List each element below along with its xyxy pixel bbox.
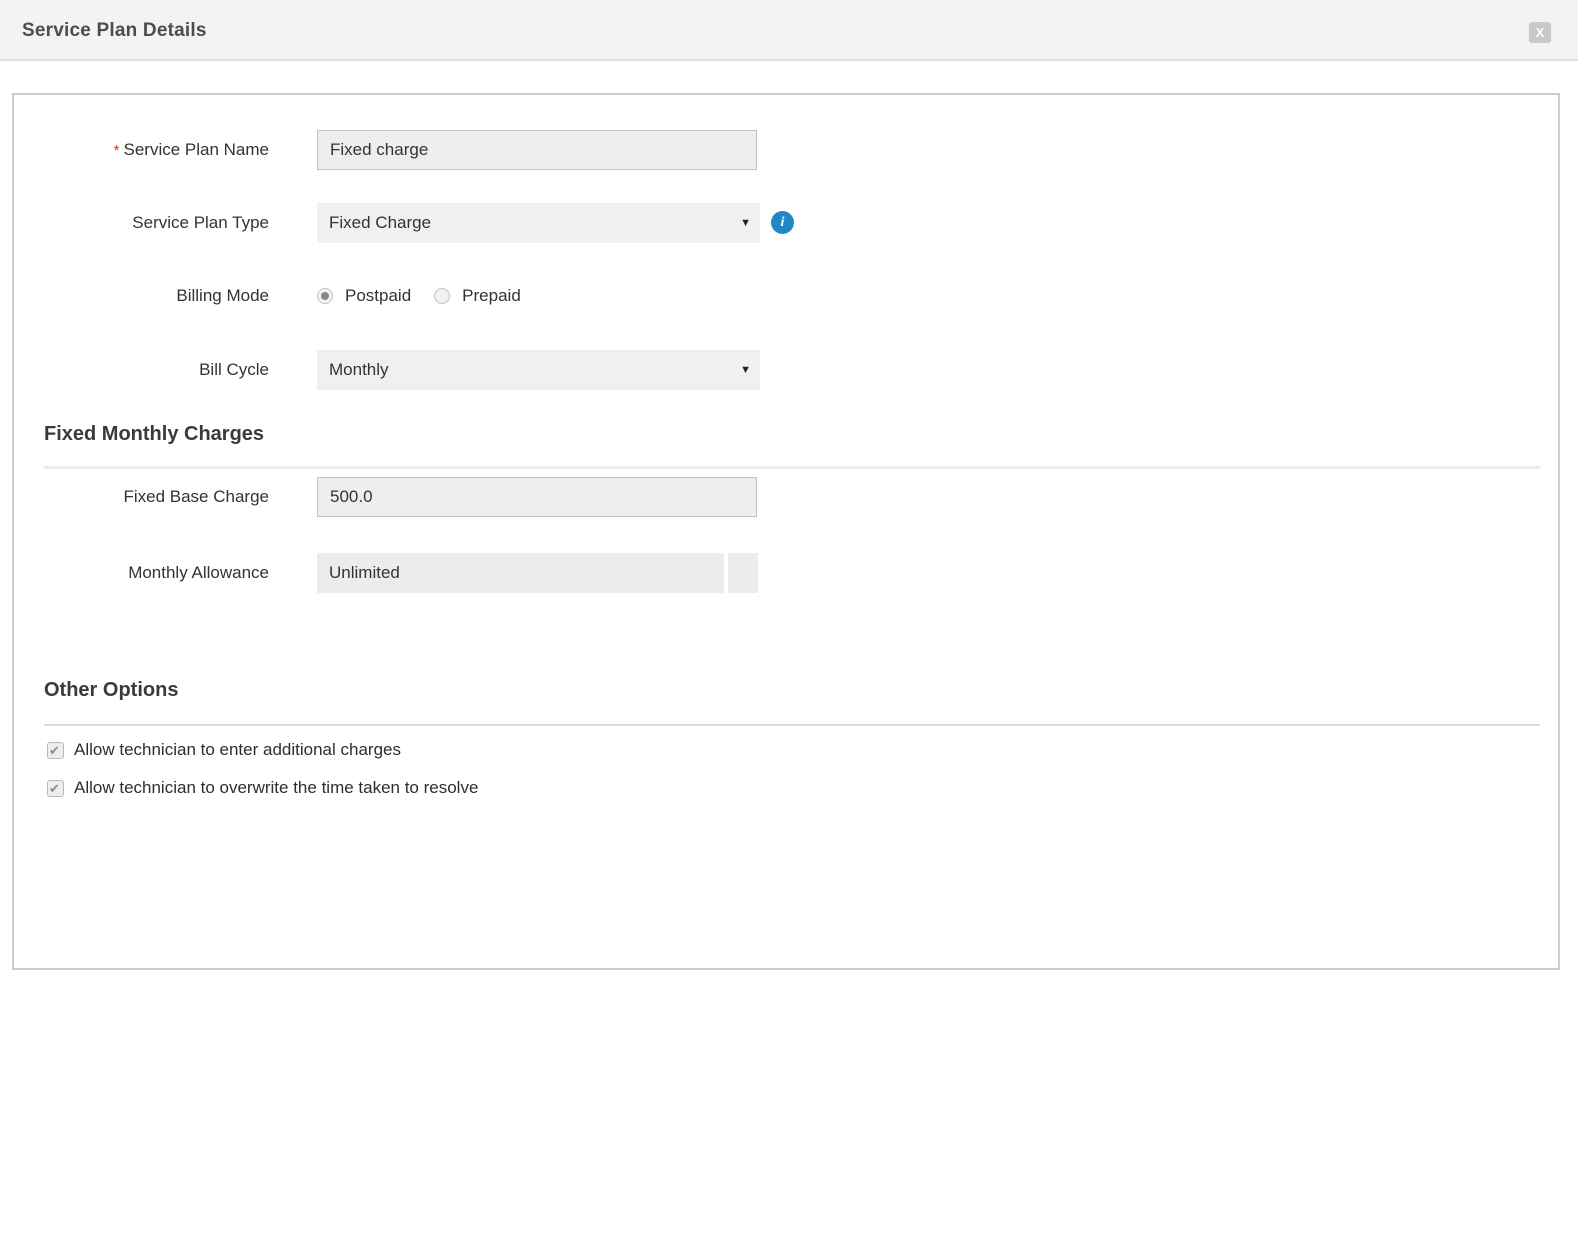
label-text: Billing Mode [176, 286, 269, 305]
billing-mode-radio-group: Postpaid Prepaid [317, 276, 544, 316]
required-asterisk: * [114, 142, 120, 159]
info-icon[interactable]: i [771, 211, 794, 234]
radio-prepaid[interactable] [434, 288, 450, 304]
row-billing-mode: Billing Mode Postpaid Prepaid [14, 276, 1558, 316]
monthly-allowance-label: Monthly Allowance [14, 553, 269, 593]
radio-postpaid[interactable] [317, 288, 333, 304]
additional-charges-label: Allow technician to enter additional cha… [74, 740, 401, 760]
checkmark-icon: ✔ [49, 742, 60, 759]
section-divider [44, 724, 1540, 726]
close-icon: X [1536, 25, 1545, 40]
label-text: Bill Cycle [199, 360, 269, 379]
monthly-allowance-input[interactable] [317, 553, 724, 593]
service-plan-type-select[interactable]: Fixed Charge ▼ [317, 203, 760, 243]
overwrite-time-checkbox[interactable]: ✔ [47, 780, 64, 797]
section-title-other-options: Other Options [44, 679, 178, 702]
overwrite-time-label: Allow technician to overwrite the time t… [74, 778, 478, 798]
label-text: Fixed Base Charge [123, 487, 269, 506]
close-button[interactable]: X [1529, 22, 1551, 43]
row-fixed-base-charge: Fixed Base Charge [14, 477, 1558, 517]
bill-cycle-label: Bill Cycle [14, 350, 269, 390]
fixed-base-charge-label: Fixed Base Charge [14, 477, 269, 517]
monthly-allowance-side-button[interactable] [728, 553, 758, 593]
row-monthly-allowance: Monthly Allowance [14, 553, 1558, 593]
radio-prepaid-label: Prepaid [462, 286, 521, 306]
label-text: Service Plan Type [132, 213, 269, 232]
label-text: Monthly Allowance [128, 563, 269, 582]
bill-cycle-select[interactable]: Monthly ▼ [317, 350, 760, 390]
section-divider [44, 466, 1540, 469]
service-plan-name-input[interactable] [317, 130, 757, 170]
dialog-title: Service Plan Details [22, 0, 207, 61]
service-plan-type-label: Service Plan Type [14, 203, 269, 243]
info-icon-glyph: i [781, 215, 785, 230]
select-value: Monthly [329, 350, 389, 390]
chevron-down-icon: ▼ [740, 350, 751, 390]
dialog-header: Service Plan Details X [0, 0, 1578, 61]
service-plan-form-panel: *Service Plan Name Service Plan Type Fix… [12, 93, 1560, 970]
select-value: Fixed Charge [329, 203, 431, 243]
row-bill-cycle: Bill Cycle Monthly ▼ [14, 350, 1558, 390]
label-text: Service Plan Name [123, 140, 269, 159]
section-title-fixed-monthly-charges: Fixed Monthly Charges [44, 423, 264, 446]
radio-postpaid-label: Postpaid [345, 286, 411, 306]
checkbox-row-overwrite-time: ✔ Allow technician to overwrite the time… [47, 778, 478, 798]
row-service-plan-type: Service Plan Type Fixed Charge ▼ i [14, 203, 1558, 243]
checkmark-icon: ✔ [49, 780, 60, 797]
additional-charges-checkbox[interactable]: ✔ [47, 742, 64, 759]
chevron-down-icon: ▼ [740, 203, 751, 243]
fixed-base-charge-input[interactable] [317, 477, 757, 517]
checkbox-row-additional-charges: ✔ Allow technician to enter additional c… [47, 740, 401, 760]
service-plan-name-label: *Service Plan Name [14, 130, 269, 170]
row-service-plan-name: *Service Plan Name [14, 130, 1558, 170]
billing-mode-label: Billing Mode [14, 276, 269, 316]
